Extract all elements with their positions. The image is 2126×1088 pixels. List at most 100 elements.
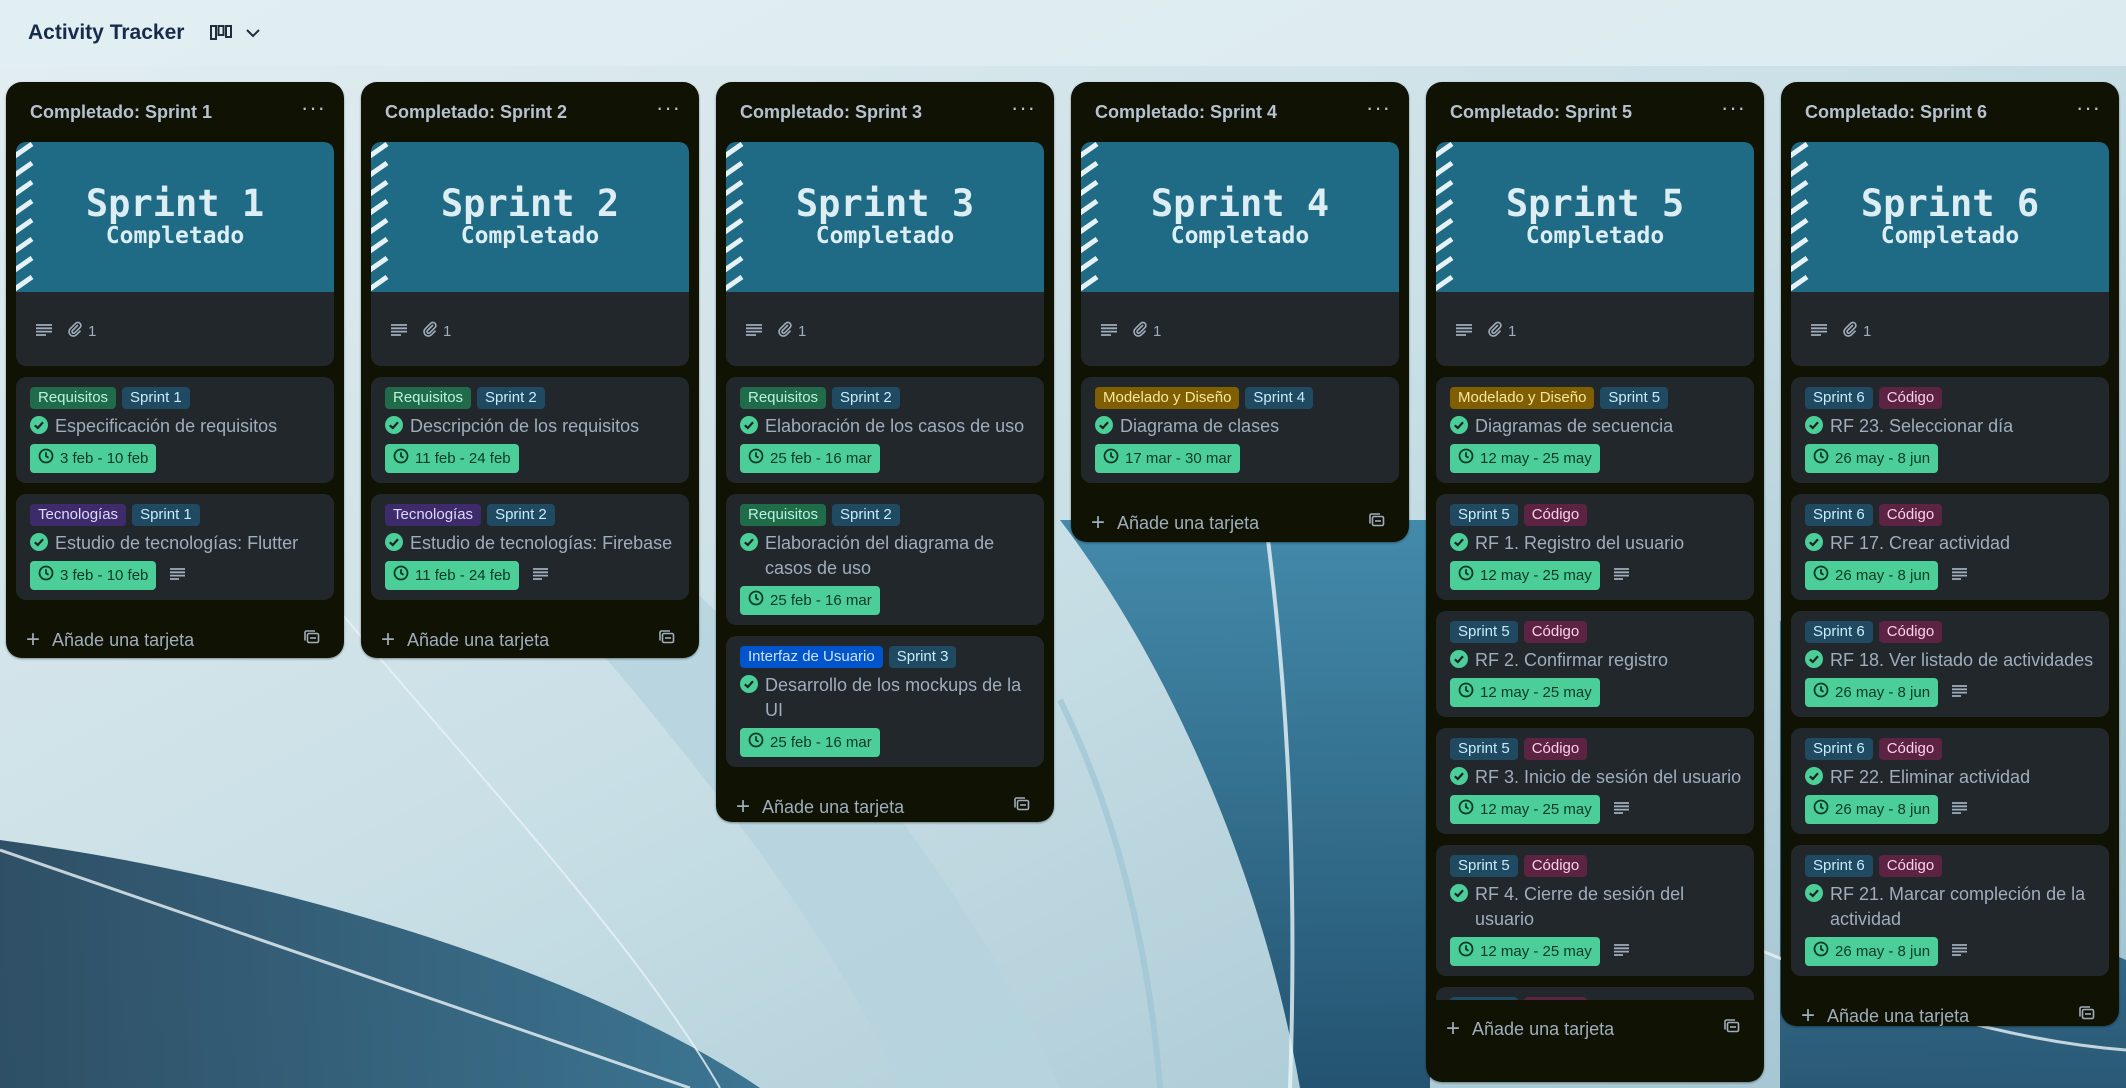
list-title[interactable]: Completado: Sprint 6 bbox=[1805, 102, 1987, 123]
due-date-badge[interactable]: 12 may - 25 may bbox=[1450, 444, 1600, 473]
card[interactable]: Requisitos Sprint 2 Elaboración de los cas… bbox=[726, 377, 1044, 483]
due-date-badge[interactable]: 25 feb - 16 mar bbox=[740, 586, 880, 615]
card-label[interactable]: Modelado y Diseño bbox=[1095, 387, 1240, 409]
due-date-badge[interactable]: 26 may - 8 jun bbox=[1805, 561, 1939, 590]
cover-card[interactable]: Sprint 1 Completado 1 bbox=[16, 142, 334, 366]
due-date-badge[interactable]: 25 feb - 16 mar bbox=[740, 444, 880, 473]
card-label[interactable]: Código bbox=[1878, 738, 1943, 760]
card-label[interactable]: Sprint 5 bbox=[1450, 997, 1518, 1000]
card-label[interactable]: Sprint 5 bbox=[1450, 738, 1518, 760]
card[interactable]: Sprint 6 Código RF 23. Seleccionar día 26 m… bbox=[1791, 377, 2109, 483]
card-label[interactable]: Sprint 4 bbox=[1245, 387, 1314, 409]
add-card-button[interactable]: + Añade una tarjeta bbox=[736, 795, 904, 819]
card-label[interactable]: Sprint 1 bbox=[132, 504, 200, 526]
board-title[interactable]: Activity Tracker bbox=[28, 21, 184, 45]
create-from-template-icon[interactable] bbox=[659, 629, 675, 651]
card[interactable]: Tecnologías Sprint 2 Estudio de tecnología… bbox=[371, 494, 689, 600]
list-menu-button[interactable]: ··· bbox=[2072, 97, 2105, 127]
card-label[interactable]: Sprint 5 bbox=[1600, 387, 1669, 409]
card-label[interactable]: Código bbox=[1523, 504, 1588, 526]
due-date-badge[interactable]: 26 may - 8 jun bbox=[1805, 937, 1939, 966]
card[interactable]: Sprint 5 Código RF 4. Cierre de sesión del… bbox=[1436, 845, 1754, 976]
due-date-badge[interactable]: 12 may - 25 may bbox=[1450, 937, 1600, 966]
cover-card[interactable]: Sprint 2 Completado 1 bbox=[371, 142, 689, 366]
card-label[interactable]: Código bbox=[1523, 621, 1588, 643]
view-switcher[interactable] bbox=[210, 25, 261, 41]
card-label[interactable]: Sprint 6 bbox=[1805, 504, 1873, 526]
card-label[interactable]: Sprint 6 bbox=[1805, 621, 1873, 643]
card[interactable]: Sprint 6 Código RF 18. Ver listado de acti… bbox=[1791, 611, 2109, 717]
due-date-badge[interactable]: 26 may - 8 jun bbox=[1805, 795, 1939, 824]
add-card-button[interactable]: + Añade una tarjeta bbox=[1446, 1017, 1614, 1041]
list-menu-button[interactable]: ··· bbox=[652, 97, 685, 127]
card[interactable]: Sprint 6 Código RF 21. Marcar compleción d… bbox=[1791, 845, 2109, 976]
list-menu-button[interactable]: ··· bbox=[1717, 97, 1750, 127]
card[interactable]: Sprint 5CódigoRF 5. Cambio de contraseña… bbox=[1436, 987, 1754, 1000]
create-from-template-icon[interactable] bbox=[1369, 512, 1385, 534]
list-title[interactable]: Completado: Sprint 1 bbox=[30, 102, 212, 123]
create-from-template-icon[interactable] bbox=[1014, 796, 1030, 818]
add-card-button[interactable]: + Añade una tarjeta bbox=[1091, 511, 1259, 535]
card-label[interactable]: Requisitos bbox=[385, 387, 472, 409]
add-card-button[interactable]: + Añade una tarjeta bbox=[1801, 1004, 1969, 1028]
due-date-badge[interactable]: 12 may - 25 may bbox=[1450, 678, 1600, 707]
list-title[interactable]: Completado: Sprint 4 bbox=[1095, 102, 1277, 123]
due-date-badge[interactable]: 11 feb - 24 feb bbox=[385, 444, 519, 473]
card-label[interactable]: Código bbox=[1523, 855, 1588, 877]
card-label[interactable]: Código bbox=[1878, 387, 1943, 409]
card[interactable]: Requisitos Sprint 2 Descripción de los req… bbox=[371, 377, 689, 483]
add-card-button[interactable]: + Añade una tarjeta bbox=[381, 628, 549, 652]
card-label[interactable]: Sprint 5 bbox=[1450, 504, 1518, 526]
card-label[interactable]: Sprint 2 bbox=[487, 504, 555, 526]
card[interactable]: Sprint 5 Código RF 3. Inicio de sesión del… bbox=[1436, 728, 1754, 834]
card[interactable]: Tecnologías Sprint 1 Estudio de tecnología… bbox=[16, 494, 334, 600]
due-date-badge[interactable]: 17 mar - 30 mar bbox=[1095, 444, 1240, 473]
card-label[interactable]: Sprint 6 bbox=[1805, 855, 1873, 877]
card-label[interactable]: Modelado y Diseño bbox=[1450, 387, 1595, 409]
list-title[interactable]: Completado: Sprint 5 bbox=[1450, 102, 1632, 123]
list-menu-button[interactable]: ··· bbox=[1007, 97, 1040, 127]
card-label[interactable]: Requisitos bbox=[740, 387, 827, 409]
due-date-badge[interactable]: 25 feb - 16 mar bbox=[740, 728, 880, 757]
list-menu-button[interactable]: ··· bbox=[1362, 97, 1395, 127]
card-label[interactable]: Código bbox=[1523, 738, 1588, 760]
due-date-badge[interactable]: 26 may - 8 jun bbox=[1805, 678, 1939, 707]
create-from-template-icon[interactable] bbox=[304, 629, 320, 651]
card-label[interactable]: Código bbox=[1523, 997, 1588, 1000]
due-date-badge[interactable]: 12 may - 25 may bbox=[1450, 795, 1600, 824]
card-label[interactable]: Sprint 1 bbox=[122, 387, 190, 409]
card[interactable]: Sprint 5 Código RF 1. Registro del usuario… bbox=[1436, 494, 1754, 600]
card[interactable]: Modelado y Diseño Sprint 4 Diagrama de cla… bbox=[1081, 377, 1399, 483]
card-label[interactable]: Sprint 6 bbox=[1805, 738, 1873, 760]
cover-card[interactable]: Sprint 6 Completado 1 bbox=[1791, 142, 2109, 366]
cover-card[interactable]: Sprint 4 Completado 1 bbox=[1081, 142, 1399, 366]
card[interactable]: Sprint 5 Código RF 2. Confirmar registro 12… bbox=[1436, 611, 1754, 717]
create-from-template-icon[interactable] bbox=[1724, 1018, 1740, 1040]
card-label[interactable]: Código bbox=[1878, 504, 1943, 526]
card[interactable]: Requisitos Sprint 1 Especificación de requ… bbox=[16, 377, 334, 483]
due-date-badge[interactable]: 3 feb - 10 feb bbox=[30, 561, 157, 590]
card[interactable]: Interfaz de Usuario Sprint 3 Desarrollo de… bbox=[726, 636, 1044, 767]
card-label[interactable]: Sprint 5 bbox=[1450, 855, 1518, 877]
list-menu-button[interactable]: ··· bbox=[297, 97, 330, 127]
card-label[interactable]: Requisitos bbox=[30, 387, 117, 409]
card-label[interactable]: Requisitos bbox=[740, 504, 827, 526]
card[interactable]: Requisitos Sprint 2 Elaboración del diagra… bbox=[726, 494, 1044, 625]
card[interactable]: Sprint 6 Código RF 22. Eliminar actividad 2… bbox=[1791, 728, 2109, 834]
due-date-badge[interactable]: 11 feb - 24 feb bbox=[385, 561, 519, 590]
add-card-button[interactable]: + Añade una tarjeta bbox=[26, 628, 194, 652]
card-label[interactable]: Sprint 3 bbox=[888, 646, 957, 668]
due-date-badge[interactable]: 3 feb - 10 feb bbox=[30, 444, 157, 473]
card-label[interactable]: Tecnologías bbox=[385, 504, 482, 526]
card-label[interactable]: Sprint 2 bbox=[477, 387, 545, 409]
card-label[interactable]: Código bbox=[1878, 855, 1943, 877]
card-label[interactable]: Sprint 2 bbox=[832, 387, 900, 409]
card-label[interactable]: Interfaz de Usuario bbox=[740, 646, 883, 668]
card-label[interactable]: Sprint 5 bbox=[1450, 621, 1518, 643]
card-label[interactable]: Sprint 6 bbox=[1805, 387, 1873, 409]
card-label[interactable]: Código bbox=[1878, 621, 1943, 643]
card-label[interactable]: Sprint 2 bbox=[832, 504, 900, 526]
due-date-badge[interactable]: 12 may - 25 may bbox=[1450, 561, 1600, 590]
list-title[interactable]: Completado: Sprint 3 bbox=[740, 102, 922, 123]
card-label[interactable]: Tecnologías bbox=[30, 504, 127, 526]
